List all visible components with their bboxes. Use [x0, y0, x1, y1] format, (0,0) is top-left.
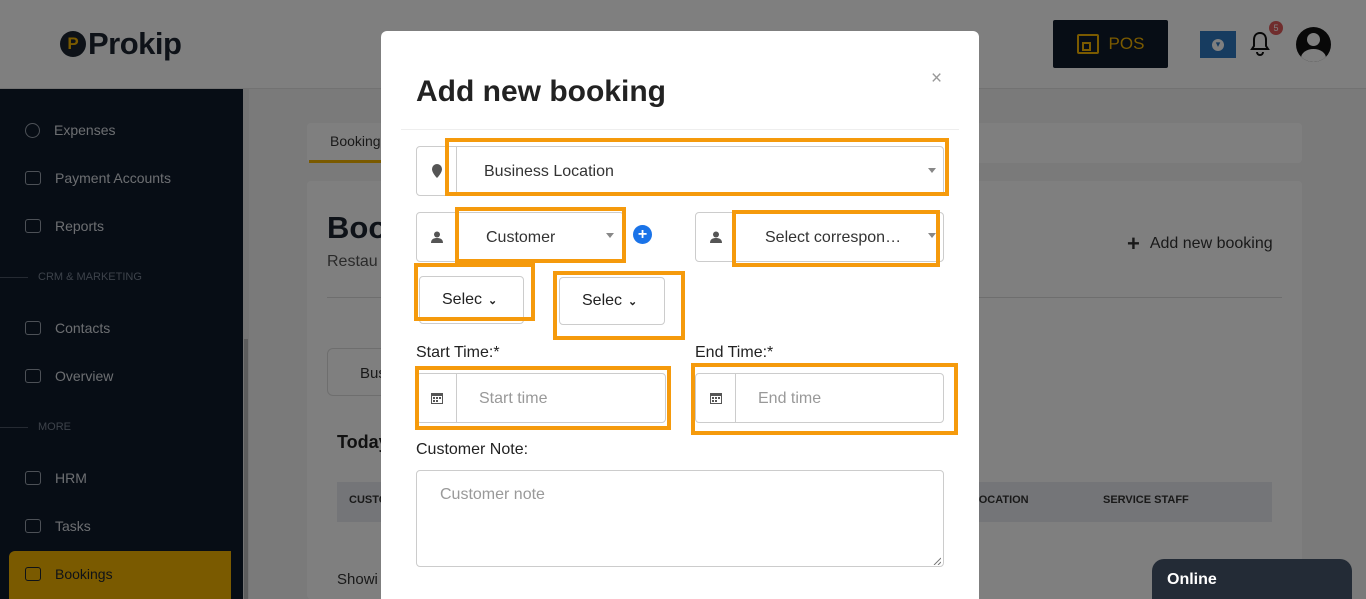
customer-note-placeholder: Customer note — [440, 486, 545, 503]
user-icon — [417, 213, 457, 261]
modal-divider — [401, 129, 959, 130]
chat-status-widget[interactable]: Online — [1152, 559, 1352, 599]
start-time-label: Start Time:* — [416, 344, 500, 361]
customer-note-textarea[interactable] — [416, 470, 944, 567]
highlight-select-2 — [553, 271, 685, 340]
customer-note-label: Customer Note: — [416, 441, 529, 458]
close-button[interactable]: × — [931, 68, 942, 90]
highlight-customer — [455, 207, 626, 263]
highlight-start-time — [415, 366, 671, 430]
highlight-select-1 — [414, 263, 535, 321]
highlight-business-location — [445, 138, 949, 196]
modal-title: Add new booking — [416, 75, 666, 108]
user-icon — [696, 213, 736, 261]
add-customer-button[interactable]: + — [633, 225, 652, 244]
end-time-label: End Time:* — [695, 344, 774, 361]
highlight-end-time — [691, 363, 958, 435]
resize-handle-icon[interactable] — [933, 557, 941, 565]
highlight-correspondent — [732, 210, 940, 267]
